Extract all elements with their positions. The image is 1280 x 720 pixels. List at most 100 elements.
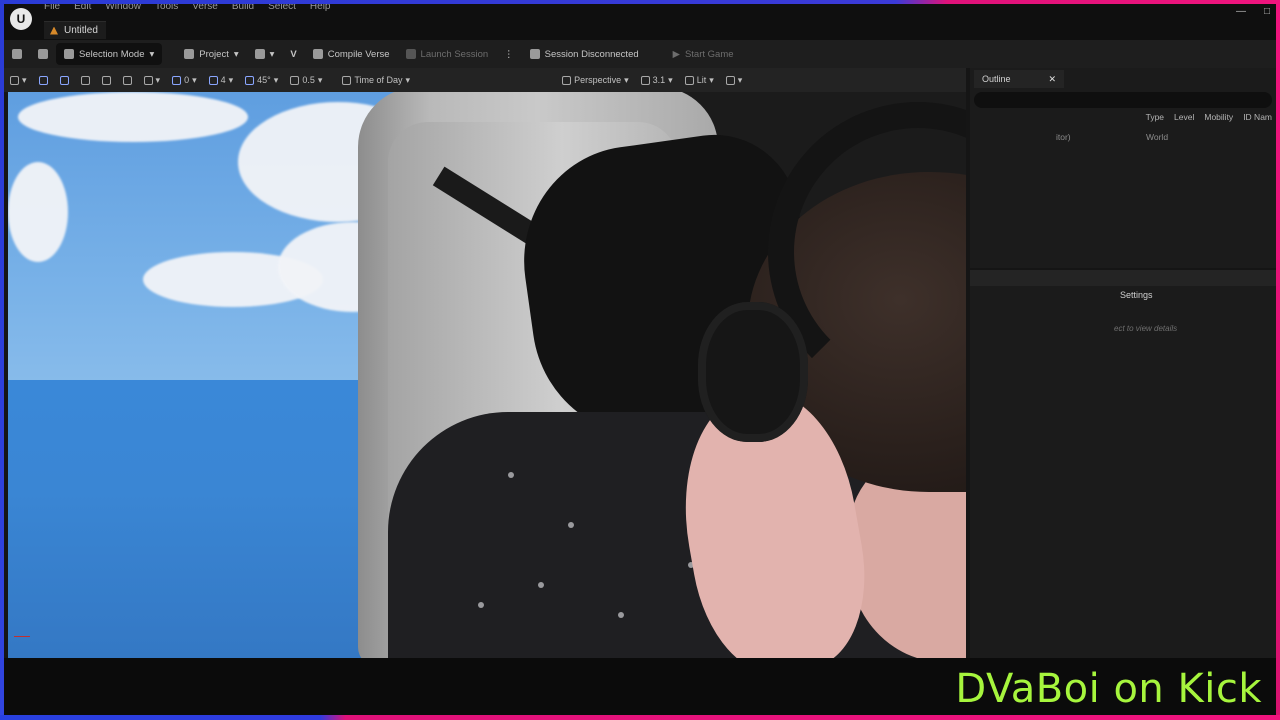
column-mobility[interactable]: Mobility: [1204, 112, 1233, 126]
content-browser-button[interactable]: [30, 43, 56, 65]
column-id-name[interactable]: ID Nam: [1243, 112, 1272, 126]
session-status: Session Disconnected: [522, 43, 647, 65]
chevron-down-icon: ▾: [149, 48, 155, 60]
disconnected-icon: [529, 49, 540, 59]
maximize-icon[interactable]: □: [1264, 6, 1270, 17]
outliner-row-type: World: [1146, 132, 1169, 142]
time-of-day-dropdown[interactable]: Time of Day ▾: [336, 71, 416, 89]
camera-speed-value: 3.1: [652, 75, 666, 85]
rotation-snap-dropdown[interactable]: 0 ▾: [166, 71, 203, 89]
shirt-pattern: [538, 582, 544, 588]
lit-sphere-icon: [684, 75, 694, 85]
column-type[interactable]: Type: [1146, 112, 1164, 126]
outliner-panel: Outline ✕ Type Level Mobility ID Nam ito…: [970, 68, 1276, 268]
scale-tool-button[interactable]: [96, 71, 117, 89]
move-icon: [59, 75, 69, 85]
chevron-down-icon: ▾: [233, 48, 239, 60]
menu-tools[interactable]: Tools: [155, 4, 178, 14]
details-tab-bar: [970, 270, 1276, 286]
menu-help[interactable]: Help: [310, 4, 331, 14]
grid-icon: [208, 75, 218, 85]
menu-build[interactable]: Build: [232, 4, 254, 14]
camera-speed-dropdown[interactable]: 3.1 ▾: [635, 71, 679, 89]
unreal-logo-icon[interactable]: U: [10, 8, 32, 30]
verse-button[interactable]: V: [282, 43, 304, 65]
view-mode-dropdown[interactable]: Perspective ▾: [556, 71, 635, 89]
lighting-mode-label: Lit: [696, 75, 707, 85]
main-toolbar: Selection Mode ▾ Project ▾ ▾ V Compile V…: [4, 40, 1276, 68]
angle-snap-dropdown[interactable]: 45° ▾: [239, 71, 284, 89]
angle-snap-value: 45°: [257, 75, 271, 85]
compile-verse-button[interactable]: Compile Verse: [305, 43, 398, 65]
title-bar: U File Edit Window Tools Verse Build Sel…: [4, 4, 1276, 40]
menu-file[interactable]: File: [44, 4, 60, 14]
stream-frame-right: [1276, 0, 1280, 720]
speed-icon: [640, 75, 650, 85]
sun-icon: [342, 75, 352, 85]
grid-snap-dropdown[interactable]: 4 ▾: [203, 71, 240, 89]
shirt-pattern: [568, 522, 574, 528]
verse-icon: V: [290, 48, 297, 60]
stream-frame-bottom: [0, 715, 1280, 720]
axis-indicator: [14, 636, 30, 637]
viewport-toolbar: ▾ ▾ 0 ▾ 4 ▾ 45° ▾ 0.5 ▾ Time of Day ▾ Perspec…: [4, 68, 966, 92]
menu-verse[interactable]: Verse: [192, 4, 218, 14]
menu-bar: File Edit Window Tools Verse Build Selec…: [44, 4, 331, 14]
shirt-pattern: [478, 602, 484, 608]
cursor-icon: [38, 75, 48, 85]
level-icon: [50, 26, 58, 35]
menu-window[interactable]: Window: [105, 4, 141, 14]
compile-icon: [312, 49, 323, 59]
camera-icon: [562, 75, 572, 85]
launch-session-button[interactable]: Launch Session: [398, 43, 497, 65]
outliner-search-input[interactable]: [974, 92, 1272, 108]
level-viewport[interactable]: [8, 92, 966, 658]
shirt-pattern: [508, 472, 514, 478]
details-empty-hint: ect to view details: [1114, 324, 1178, 333]
lighting-mode-dropdown[interactable]: Lit ▾: [679, 71, 720, 89]
outliner-tab[interactable]: Outline ✕: [974, 70, 1065, 88]
document-tab-label: Untitled: [64, 25, 98, 36]
save-icon: [12, 49, 22, 59]
add-actor-dropdown[interactable]: ▾: [247, 43, 283, 65]
scale-snap-dropdown[interactable]: 0.5 ▾: [284, 71, 328, 89]
start-game-label: Start Game: [684, 48, 734, 60]
menu-select[interactable]: Select: [268, 4, 296, 14]
add-actor-icon: [254, 49, 265, 59]
menu-icon: [10, 75, 19, 85]
more-options-button[interactable]: ⋮: [496, 43, 522, 65]
rotate-icon: [80, 75, 90, 85]
grid-snap-value: 4: [220, 75, 226, 85]
eye-icon: [725, 75, 735, 85]
outliner-row-name[interactable]: itor): [1056, 132, 1071, 142]
start-game-button[interactable]: ▶ Start Game: [665, 43, 742, 65]
chevron-down-icon: ▾: [269, 48, 275, 60]
select-tool-button[interactable]: [33, 71, 54, 89]
move-tool-button[interactable]: [54, 71, 75, 89]
coordinate-space-button[interactable]: [117, 71, 138, 89]
show-flags-dropdown[interactable]: ▾: [720, 71, 749, 89]
viewport-menu-button[interactable]: ▾: [4, 71, 33, 89]
shirt-pattern: [618, 612, 624, 618]
time-of-day-label: Time of Day: [354, 75, 403, 85]
scale-snap-icon: [290, 75, 300, 85]
rotation-snap-value: 0: [184, 75, 190, 85]
headphones-earcup: [698, 302, 808, 442]
menu-edit[interactable]: Edit: [74, 4, 91, 14]
outliner-column-headers: Type Level Mobility ID Nam: [974, 112, 1272, 126]
close-icon[interactable]: ✕: [1049, 74, 1057, 85]
column-level[interactable]: Level: [1174, 112, 1194, 126]
more-vertical-icon: ⋮: [504, 48, 514, 60]
document-tab[interactable]: Untitled: [44, 21, 106, 39]
cloud: [8, 162, 68, 262]
folder-icon: [38, 49, 48, 59]
cloud: [18, 92, 248, 142]
save-button[interactable]: [4, 43, 30, 65]
project-dropdown[interactable]: Project ▾: [176, 43, 246, 65]
surface-snap-button[interactable]: ▾: [138, 71, 167, 89]
minimize-icon[interactable]: —: [1236, 6, 1246, 17]
rotate-tool-button[interactable]: [75, 71, 96, 89]
selection-mode-dropdown[interactable]: Selection Mode ▾: [56, 43, 163, 65]
world-settings-tab[interactable]: Settings: [1120, 290, 1153, 300]
session-status-label: Session Disconnected: [544, 48, 639, 60]
